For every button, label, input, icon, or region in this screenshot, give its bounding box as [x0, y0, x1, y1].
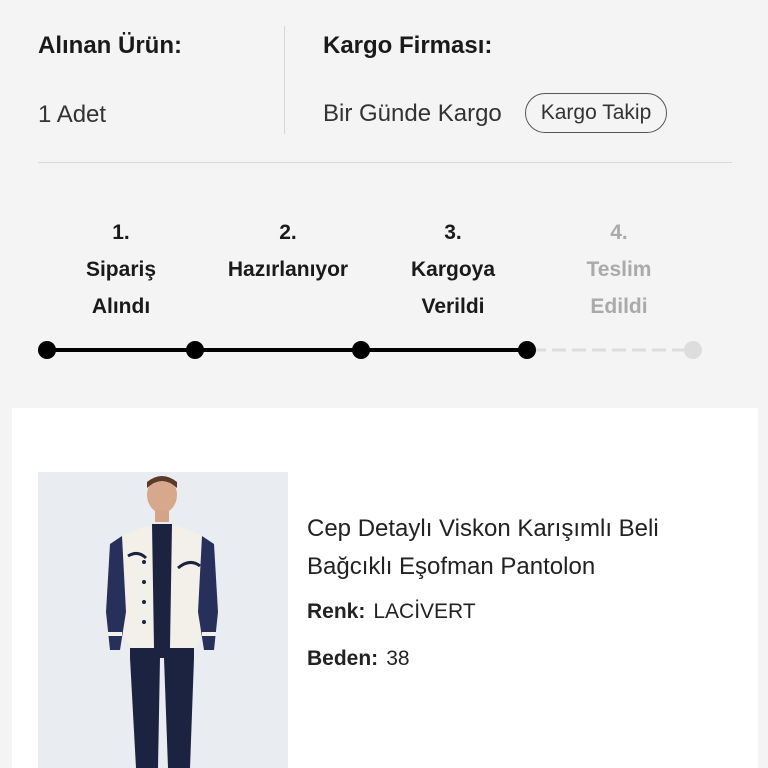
progress-dot-2	[186, 341, 204, 359]
product-image[interactable]	[38, 472, 288, 768]
size-value: 38	[386, 647, 410, 670]
progress-dot-3	[352, 341, 370, 359]
step-delivered: 4. Teslim Edildi	[544, 214, 694, 325]
product-title[interactable]: Cep Detaylı Viskon Karışımlı Beli Bağcık…	[307, 510, 727, 586]
step-label: Edildi	[590, 295, 648, 318]
progress-dot-4	[518, 341, 536, 359]
step-shipped: 3. Kargoya Verildi	[378, 214, 528, 325]
product-color-row: Renk: LACİVERT	[307, 600, 476, 624]
info-divider	[284, 26, 285, 134]
step-label: Kargoya	[410, 258, 496, 281]
carrier-label: Kargo Firması:	[323, 32, 493, 59]
step-label: Sipariş	[85, 258, 157, 281]
cargo-track-button[interactable]: Kargo Takip	[525, 93, 667, 133]
step-number: 2.	[279, 221, 297, 244]
step-label: Hazırlanıyor	[227, 258, 349, 281]
progress-dot-1	[38, 341, 56, 359]
step-label: Teslim	[586, 258, 652, 281]
product-size-row: Beden: 38	[307, 647, 410, 671]
carrier-value: Bir Günde Kargo	[323, 100, 502, 127]
step-label: Verildi	[421, 295, 485, 318]
step-number: 4.	[610, 221, 628, 244]
progress-dot-5	[684, 341, 702, 359]
size-label: Beden:	[307, 647, 379, 670]
quantity-value: 1 Adet	[38, 101, 107, 128]
step-label: Alındı	[91, 295, 151, 318]
model-figure-icon	[38, 472, 288, 768]
color-value: LACİVERT	[373, 600, 476, 623]
section-divider	[38, 162, 732, 163]
order-progress-bar	[38, 341, 702, 359]
color-label: Renk:	[307, 600, 366, 623]
step-preparing: 2. Hazırlanıyor	[213, 214, 363, 288]
step-order-received: 1. Sipariş Alındı	[46, 214, 196, 325]
step-number: 3.	[444, 221, 462, 244]
quantity-label: Alınan Ürün:	[38, 32, 182, 59]
order-info-row: Alınan Ürün: 1 Adet Kargo Firması: Bir G…	[0, 0, 768, 163]
step-number: 1.	[112, 221, 130, 244]
